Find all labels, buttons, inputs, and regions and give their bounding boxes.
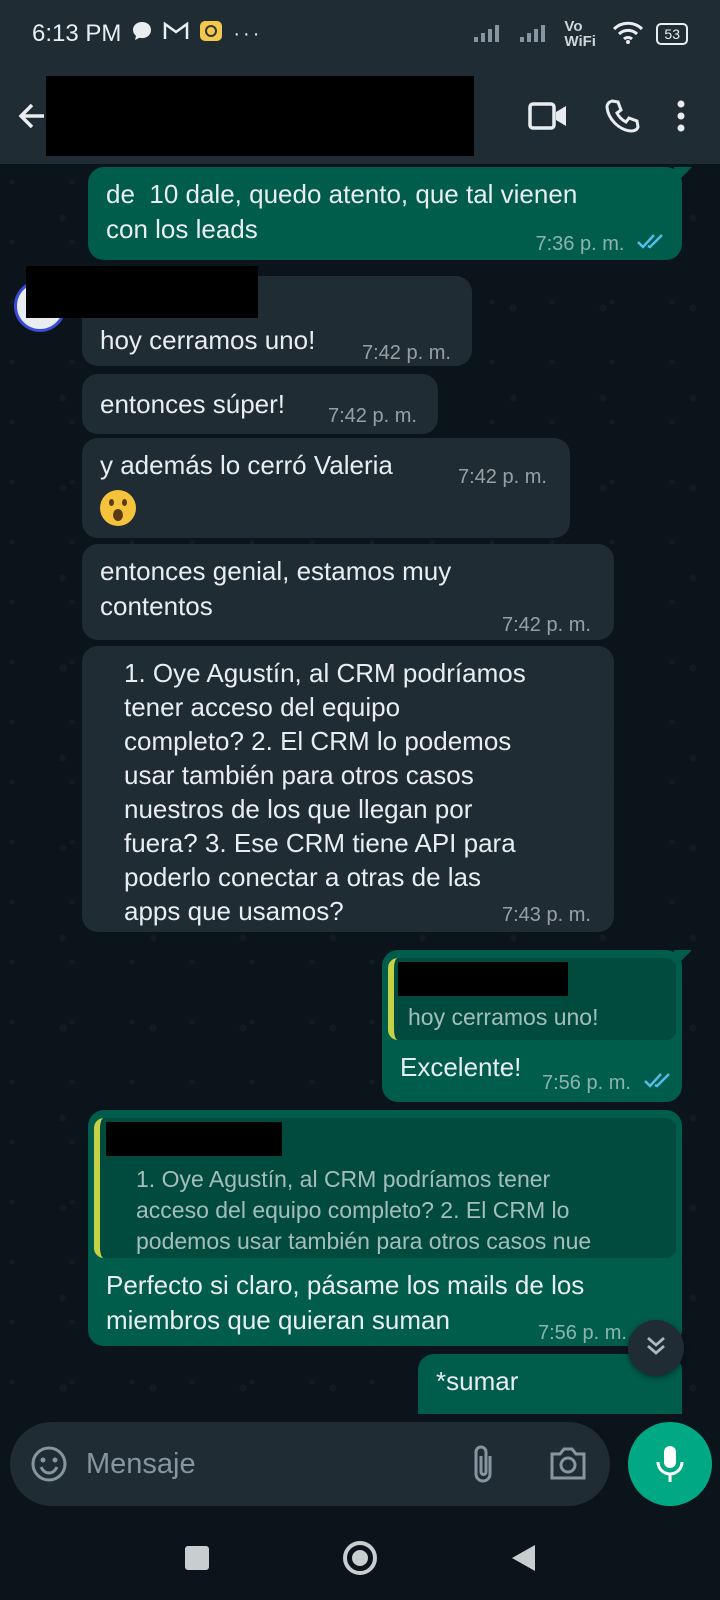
chat-header	[0, 68, 720, 164]
message-text: Excelente!	[400, 1052, 522, 1082]
app-notification-icon	[199, 20, 223, 48]
message-bubble-incoming[interactable]: entonces genial, estamos muy contentos 7…	[82, 544, 614, 640]
message-time: 7:42 p. m.	[458, 466, 547, 488]
message-bubble-incoming[interactable]: entonces súper! 7:42 p. m.	[82, 374, 438, 434]
phone-icon[interactable]	[604, 98, 640, 134]
message-bubble-incoming[interactable]: y además lo cerró Valeria 7:42 p. m.	[82, 438, 570, 538]
signal-icon	[472, 23, 506, 46]
recents-button[interactable]	[183, 1544, 211, 1572]
message-text: de 10 dale, quedo atento, que tal vienen…	[106, 179, 578, 244]
message-text: Perfecto si claro, pásame los mails de l…	[106, 1270, 585, 1335]
message-bubble-incoming[interactable]: 1. Oye Agustín, al CRM podríamos tener a…	[82, 646, 614, 932]
message-bubble-outgoing[interactable]: 1. Oye Agustín, al CRM podríamos tener a…	[88, 1110, 682, 1346]
message-bubble-outgoing[interactable]: de 10 dale, quedo atento, que tal vienen…	[88, 167, 682, 260]
gmail-icon	[163, 21, 189, 47]
message-time: 7:56 p. m.	[542, 1072, 631, 1094]
quoted-message[interactable]: hoy cerramos uno!	[388, 958, 676, 1040]
message-text: hoy cerramos uno!	[100, 325, 316, 355]
message-time: 7:42 p. m.	[328, 405, 417, 427]
message-time: 7:43 p. m.	[502, 904, 591, 926]
message-time: 7:36 p. m.	[535, 233, 625, 255]
video-call-icon[interactable]	[528, 101, 568, 131]
message-bubble-outgoing[interactable]: hoy cerramos uno! Excelente! 7:56 p. m.	[382, 950, 682, 1102]
message-text: entonces genial, estamos muy contentos	[100, 556, 452, 621]
vowifi-label: Vo WiFi	[564, 18, 596, 50]
quoted-message[interactable]: 1. Oye Agustín, al CRM podríamos tener a…	[94, 1118, 676, 1258]
bubble-tail	[674, 167, 692, 185]
message-text: *sumar	[436, 1366, 519, 1396]
quoted-text: hoy cerramos uno!	[408, 1004, 599, 1030]
status-time: 6:13 PM	[32, 20, 122, 47]
message-time: 7:42 p. m.	[502, 614, 591, 636]
microphone-icon	[655, 1444, 685, 1484]
message-text: entonces súper!	[100, 389, 286, 419]
quoted-sender-redacted	[398, 962, 568, 996]
message-input-bar[interactable]: Mensaje	[10, 1422, 610, 1506]
contact-name-redacted[interactable]	[46, 76, 474, 156]
double-check-read-icon	[643, 1066, 673, 1101]
chat-messages-area[interactable]: de 10 dale, quedo atento, que tal vienen…	[0, 164, 720, 1414]
chat-notification-icon	[131, 20, 153, 48]
double-chevron-down-icon	[643, 1333, 669, 1364]
scroll-to-bottom-button[interactable]	[628, 1320, 684, 1376]
home-button[interactable]	[341, 1539, 379, 1577]
surprised-face-emoji	[100, 490, 136, 526]
message-input[interactable]: Mensaje	[86, 1448, 196, 1481]
voice-message-button[interactable]	[628, 1422, 712, 1506]
message-time: 7:56 p. m.	[538, 1322, 627, 1344]
message-text: y además lo cerró Valeria	[100, 450, 393, 480]
camera-icon[interactable]	[548, 1444, 588, 1482]
emoji-icon[interactable]	[30, 1445, 68, 1483]
battery-indicator: 53	[656, 23, 688, 45]
message-text: 1. Oye Agustín, al CRM podríamos tener a…	[124, 658, 526, 926]
signal-icon-2	[518, 23, 552, 46]
double-check-read-icon	[636, 227, 666, 262]
more-notifications-icon: ···	[233, 22, 263, 45]
more-options-icon[interactable]	[676, 99, 686, 133]
message-time: 7:42 p. m.	[362, 342, 451, 364]
quoted-sender-redacted	[106, 1122, 282, 1156]
back-button[interactable]	[509, 1543, 537, 1573]
wifi-icon	[612, 21, 644, 48]
status-bar: 6:13 PM ··· Vo WiFi 53	[0, 0, 720, 68]
sender-name-redacted	[26, 266, 258, 318]
quoted-text: 1. Oye Agustín, al CRM podríamos tener a…	[136, 1166, 592, 1254]
system-navigation-bar	[0, 1516, 720, 1600]
attach-icon[interactable]	[468, 1442, 498, 1486]
